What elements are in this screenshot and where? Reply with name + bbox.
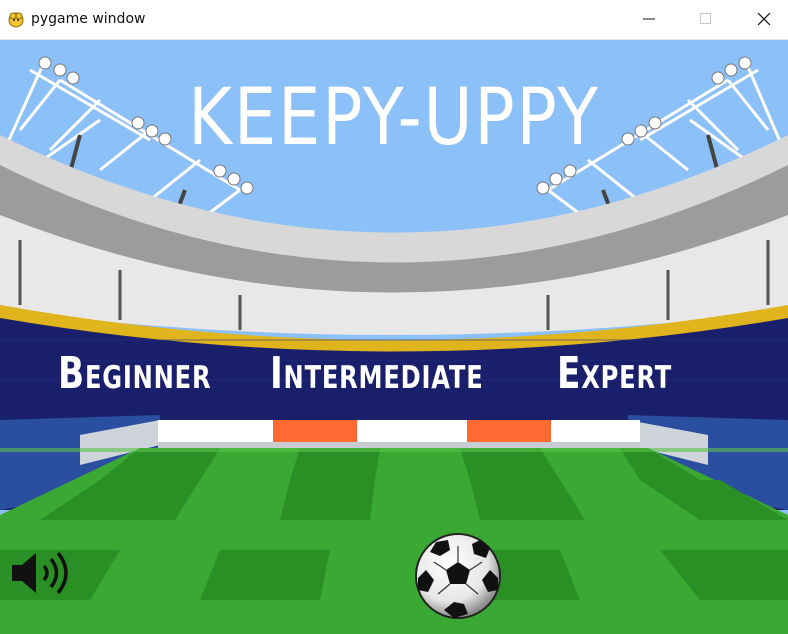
game-title: KEEPY-UPPY bbox=[188, 73, 600, 163]
pygame-window: pygame window KEEPY-UPPY Beginner Interm… bbox=[0, 0, 788, 634]
close-icon bbox=[757, 12, 771, 26]
menu-intermediate[interactable]: Intermediate bbox=[270, 348, 484, 399]
speaker-icon[interactable] bbox=[8, 548, 72, 598]
minimize-icon bbox=[643, 18, 655, 20]
maximize-icon bbox=[700, 13, 711, 24]
window-title: pygame window bbox=[31, 11, 146, 27]
title-bar[interactable]: pygame window bbox=[0, 0, 788, 40]
pygame-app-icon bbox=[8, 12, 24, 28]
maximize-button[interactable] bbox=[683, 0, 729, 39]
game-canvas[interactable]: KEEPY-UPPY Beginner Intermediate Expert bbox=[0, 40, 788, 634]
soccer-ball-icon[interactable] bbox=[414, 532, 502, 620]
menu-beginner[interactable]: Beginner bbox=[58, 348, 211, 399]
minimize-button[interactable] bbox=[626, 0, 672, 39]
close-button[interactable] bbox=[741, 0, 787, 39]
menu-expert[interactable]: Expert bbox=[557, 348, 672, 399]
